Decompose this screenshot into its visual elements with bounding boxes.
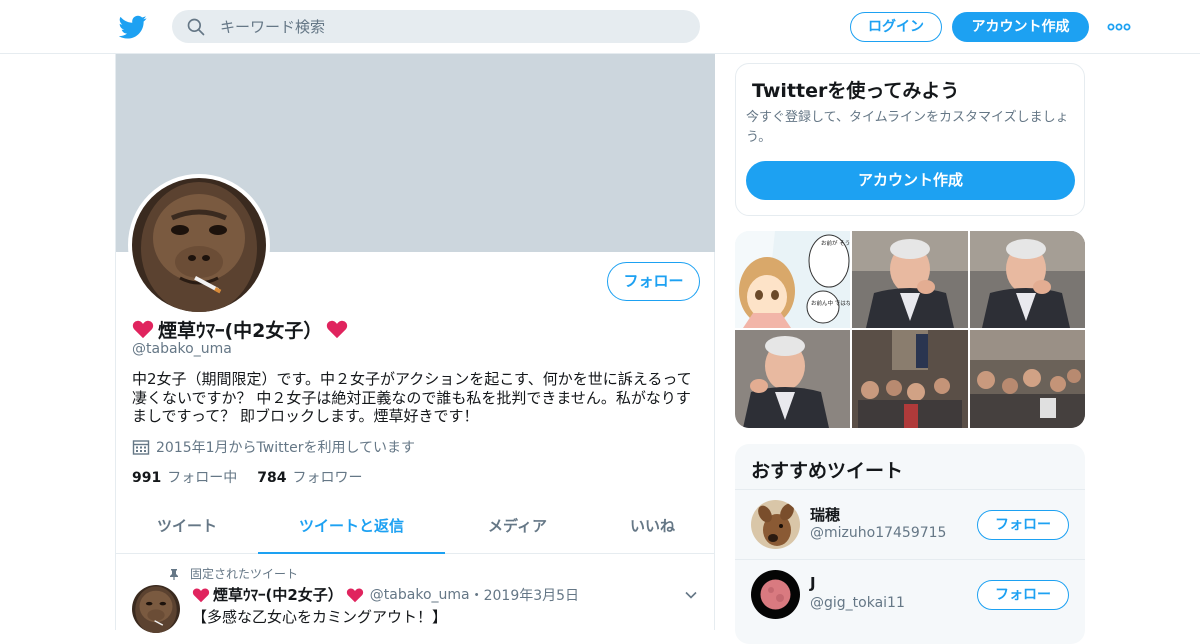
media-thumb[interactable] (852, 231, 968, 328)
tweet-avatar[interactable] (132, 585, 180, 633)
red-moon-avatar-image (751, 570, 800, 619)
pin-icon (170, 568, 178, 580)
signup-card-title: Twitterを使ってみよう (752, 80, 960, 102)
profile-tabs: ツイート ツイートと返信 メディア いいね (116, 504, 715, 554)
recommended-follow-button[interactable]: フォロー (977, 580, 1069, 610)
profile-handle[interactable]: @tabako_uma (132, 341, 232, 357)
tab-likes[interactable]: いいね (590, 504, 715, 554)
following-count: 991 (132, 470, 162, 486)
man-speaking-photo (735, 330, 850, 428)
profile-stats: 991 フォロー中 784 フォロワー (132, 467, 382, 487)
red-heart-icon (192, 587, 210, 602)
recommended-tweets-panel: おすすめツイート 瑞穂 @mizuho17459715 フォロー J @gig_… (735, 444, 1085, 644)
tweet-text: 【多感な乙女心をカミングアウト！】 (192, 608, 448, 626)
manga-speech-bubble-2: お前ん中 ではな (811, 299, 850, 307)
login-button[interactable]: ログイン (850, 12, 942, 42)
media-thumb[interactable] (970, 231, 1085, 328)
media-thumb[interactable]: お前が そう思うんなら そうなんだろう お前ん中 ではな (735, 231, 850, 328)
crowd-street-photo (970, 330, 1085, 428)
recommended-user-handle[interactable]: @mizuho17459715 (810, 525, 946, 541)
tab-tweets-and-replies[interactable]: ツイートと返信 (258, 504, 445, 554)
profile-name-row: 煙草ｳﾏｰ(中2女子） (132, 316, 348, 342)
tweet-author-handle[interactable]: @tabako_uma (370, 587, 470, 603)
profile-column: フォロー 煙草ｳﾏｰ(中2女子） @tabako_uma 中2女子（期間限定）で… (115, 54, 715, 633)
recommended-user-avatar[interactable] (751, 500, 800, 549)
search-box[interactable] (172, 10, 700, 43)
media-thumb[interactable] (852, 330, 968, 428)
recommended-user[interactable]: 瑞穂 @mizuho17459715 フォロー (735, 490, 1085, 560)
pinned-text: 固定されたツイート (190, 567, 299, 581)
man-speaking-photo (852, 231, 968, 328)
chevron-down-icon[interactable] (684, 588, 698, 602)
following-label: フォロー中 (167, 470, 238, 486)
followers-stat[interactable]: 784 フォロワー (257, 467, 362, 487)
red-heart-icon (327, 320, 348, 339)
profile-avatar[interactable] (128, 174, 270, 316)
following-stat[interactable]: 991 フォロー中 (132, 467, 237, 487)
tweet-header: 煙草ｳﾏｰ(中2女子） @tabako_uma ・ 2019年3月5日 (192, 584, 579, 605)
recommended-user-name[interactable]: 瑞穂 (810, 504, 840, 525)
display-name: 煙草ｳﾏｰ(中2女子） (158, 319, 323, 342)
media-thumb[interactable] (735, 330, 850, 428)
joined-text: 2015年1月からTwitterを利用しています (156, 440, 416, 456)
joined-date: 2015年1月からTwitterを利用しています (132, 437, 415, 457)
media-grid: お前が そう思うんなら そうなんだろう お前ん中 ではな (735, 231, 1085, 428)
tab-tweets[interactable]: ツイート (116, 504, 258, 554)
ape-smoking-avatar-image (132, 585, 180, 633)
recommended-user[interactable]: J @gig_tokai11 フォロー (735, 560, 1085, 630)
tab-media[interactable]: メディア (445, 504, 590, 554)
tweet-date[interactable]: 2019年3月5日 (484, 585, 579, 605)
pinned-tweet-label: 固定されたツイート (168, 565, 298, 582)
recommended-user-avatar[interactable] (751, 570, 800, 619)
ape-smoking-avatar-image (132, 178, 266, 312)
profile-bio: 中2女子（期間限定）です。中２女子がアクションを起こす、何かを世に訴えるって凄く… (132, 370, 692, 425)
tweet-separator: ・ (469, 587, 484, 604)
top-navigation-bar: ログイン アカウント作成 (0, 0, 1200, 54)
man-speaking-photo (970, 231, 1085, 328)
media-thumb[interactable] (970, 330, 1085, 428)
followers-count: 784 (257, 470, 287, 486)
deer-avatar-image (751, 500, 800, 549)
search-input[interactable] (220, 10, 680, 43)
recommended-follow-button[interactable]: フォロー (977, 510, 1069, 540)
followers-label: フォロワー (292, 470, 363, 486)
sidebar-signup-button[interactable]: アカウント作成 (746, 161, 1075, 200)
red-heart-icon (346, 587, 363, 602)
twitter-bird-logo-icon[interactable] (119, 13, 147, 41)
search-icon (187, 18, 205, 36)
recommended-user-name[interactable]: J (810, 574, 816, 592)
calendar-icon (132, 440, 150, 455)
recommended-title: おすすめツイート (751, 460, 904, 482)
signup-card-subtitle: 今すぐ登録して、タイムラインをカスタマイズしましょう。 (746, 110, 1069, 145)
signup-card: Twitterを使ってみよう 今すぐ登録して、タイムラインをカスタマイズしましょ… (735, 63, 1085, 216)
recommended-user-handle[interactable]: @gig_tokai11 (810, 595, 905, 611)
signup-button[interactable]: アカウント作成 (952, 12, 1089, 42)
follow-button[interactable]: フォロー (607, 262, 700, 301)
manga-speech-bubble-1: お前が そう思うんなら そうなんだろう (821, 239, 850, 247)
manga-panel-image: お前が そう思うんなら そうなんだろう お前ん中 ではな (735, 231, 850, 328)
red-heart-icon (132, 320, 154, 339)
tweet-author-name[interactable]: 煙草ｳﾏｰ(中2女子） (213, 584, 343, 605)
crowd-street-photo (852, 330, 968, 428)
more-options-icon[interactable] (1107, 20, 1131, 34)
